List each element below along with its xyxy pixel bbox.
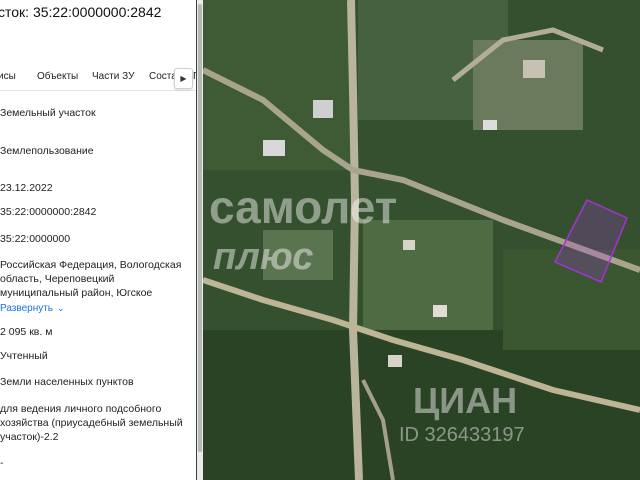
field-area: 2 095 кв. м	[0, 326, 53, 338]
tabs-next-button[interactable]: ▶	[174, 68, 193, 89]
tab-history[interactable]: исы	[0, 71, 16, 82]
field-kind: Землепользование	[0, 145, 94, 157]
tab-hidden[interactable]: Г	[193, 71, 196, 82]
field-address-line3: муниципальный район, Югское	[0, 287, 153, 299]
expand-label: Развернуть	[0, 303, 54, 314]
field-quarter: 35:22:0000000	[0, 233, 71, 245]
field-use-line2: хозяйства (приусадебный земельный	[0, 417, 183, 429]
field-use-line1: для ведения личного подсобного	[0, 403, 162, 415]
field-date: 23.12.2022	[0, 182, 53, 194]
tab-composition[interactable]: Соста	[149, 71, 177, 82]
tab-parts[interactable]: Части ЗУ	[92, 71, 134, 82]
field-dash: -	[0, 457, 4, 469]
field-address-line1: Российская Федерация, Вологодская	[0, 259, 182, 271]
field-status: Учтенный	[0, 350, 48, 362]
watermark-brand-1: самолет	[209, 181, 398, 233]
scrollbar-thumb[interactable]	[198, 4, 202, 452]
tab-bar: исы Объекты Части ЗУ Соста Г	[0, 66, 196, 91]
chevron-right-icon: ▶	[180, 74, 187, 83]
watermark-id: ID 326433197	[399, 424, 525, 446]
watermark-brand-2: плюс	[213, 236, 314, 278]
page-title: сток: 35:22:0000000:2842	[0, 4, 162, 20]
field-type: Земельный участок	[0, 107, 96, 119]
watermark-cian: ЦИАН	[413, 380, 518, 421]
field-use-line3: участок)-2.2	[0, 431, 59, 443]
expand-address-link[interactable]: Развернуть ⌄	[0, 303, 65, 314]
info-panel: сток: 35:22:0000000:2842 исы Объекты Час…	[0, 0, 196, 480]
satellite-map[interactable]: самолет плюс ЦИАН ID 326433197	[203, 0, 640, 480]
field-category: Земли населенных пунктов	[0, 376, 134, 388]
chevron-down-icon: ⌄	[57, 303, 65, 313]
field-address-line2: область, Череповецкий	[0, 273, 115, 285]
field-cad-number: 35:22:0000000:2842	[0, 206, 97, 218]
tab-objects[interactable]: Объекты	[37, 71, 78, 82]
